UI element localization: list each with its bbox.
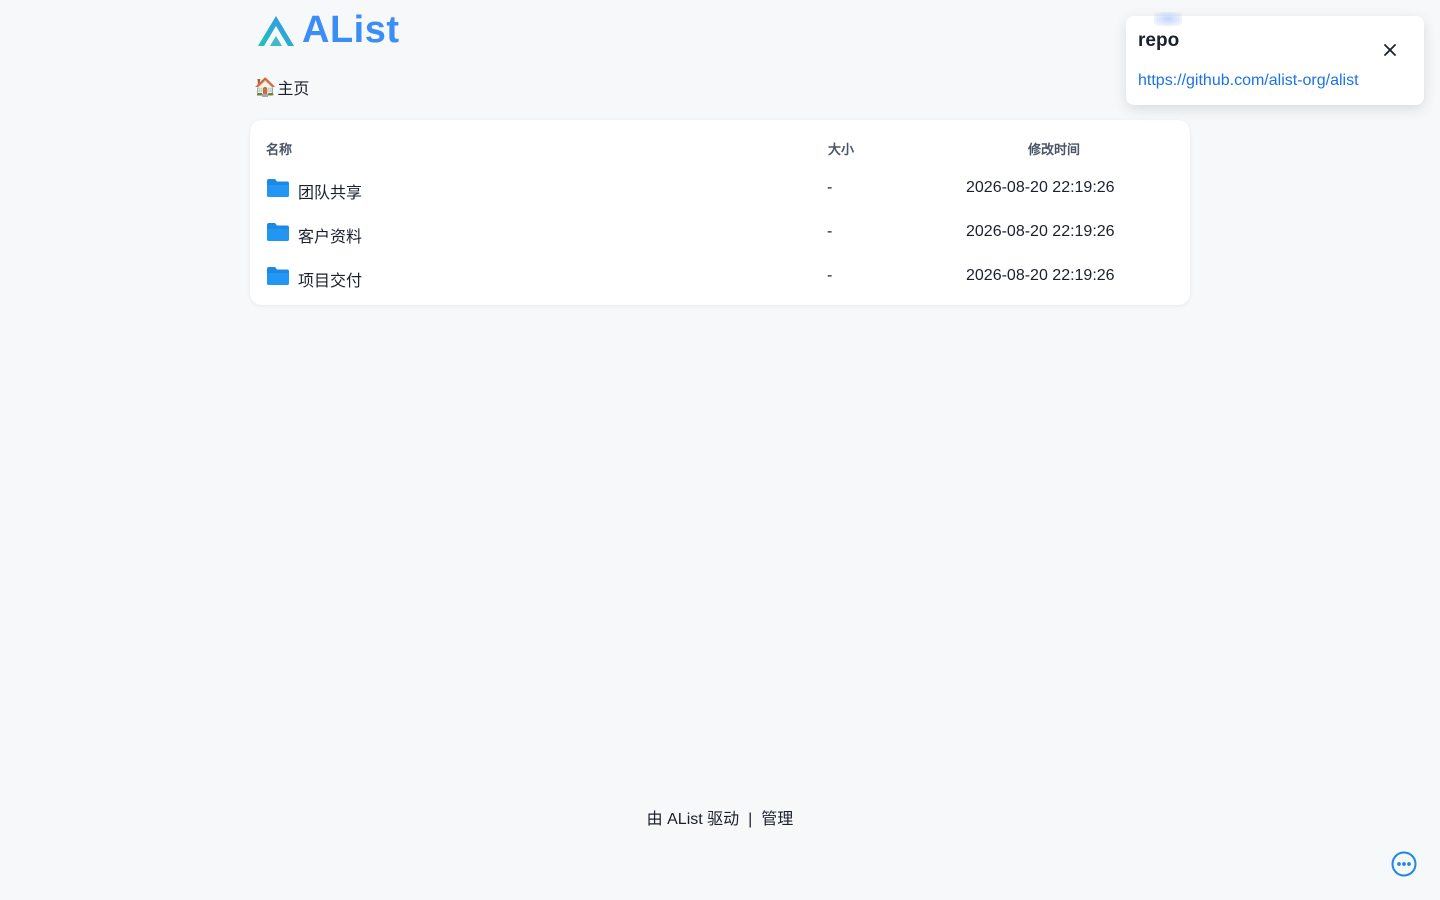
breadcrumb-home-label[interactable]: 主页 — [277, 75, 309, 99]
more-horizontal-icon[interactable] — [1391, 851, 1417, 877]
file-list: 名称 大小 修改时间 团队共享 - 2026-08-20 22:19:26 客户… — [250, 120, 1190, 305]
brand-name[interactable]: AList — [302, 8, 400, 52]
powered-by-link[interactable]: 由 AList 驱动 — [647, 811, 739, 828]
file-modified: 2026-08-20 22:19:26 — [966, 179, 1115, 196]
file-size: - — [827, 267, 833, 284]
alist-logo-icon[interactable] — [256, 12, 296, 48]
file-name[interactable]: 项目交付 — [298, 267, 362, 291]
file-size: - — [827, 179, 833, 196]
home-icon: 🏠 — [254, 77, 277, 97]
file-row[interactable]: 客户资料 - 2026-08-20 22:19:26 — [250, 211, 1190, 255]
column-header-name[interactable]: 名称 — [266, 139, 292, 158]
folder-icon — [267, 223, 289, 241]
footer-separator: | — [748, 811, 753, 828]
file-modified: 2026-08-20 22:19:26 — [966, 223, 1115, 240]
file-modified: 2026-08-20 22:19:26 — [966, 267, 1115, 284]
file-size: - — [827, 223, 833, 240]
file-name[interactable]: 团队共享 — [298, 179, 362, 203]
file-row[interactable]: 项目交付 - 2026-08-20 22:19:26 — [250, 255, 1190, 299]
column-header-size[interactable]: 大小 — [828, 139, 854, 158]
close-icon[interactable] — [1378, 38, 1402, 62]
folder-icon — [267, 267, 289, 285]
repo-notification: repo https://github.com/alist-org/alist — [1126, 12, 1424, 105]
notification-title: repo — [1138, 30, 1180, 51]
file-name[interactable]: 客户资料 — [298, 223, 362, 247]
breadcrumb[interactable]: 🏠 主页 — [254, 75, 309, 99]
site-header: AList — [256, 8, 400, 52]
manage-link[interactable]: 管理 — [761, 811, 793, 828]
column-header-modified[interactable]: 修改时间 — [1028, 139, 1080, 158]
file-row[interactable]: 团队共享 - 2026-08-20 22:19:26 — [250, 167, 1190, 211]
repo-link[interactable]: https://github.com/alist-org/alist — [1138, 72, 1359, 90]
folder-icon — [267, 179, 289, 197]
footer: 由 AList 驱动 | 管理 — [0, 805, 1440, 829]
notification-glow — [1154, 12, 1182, 26]
